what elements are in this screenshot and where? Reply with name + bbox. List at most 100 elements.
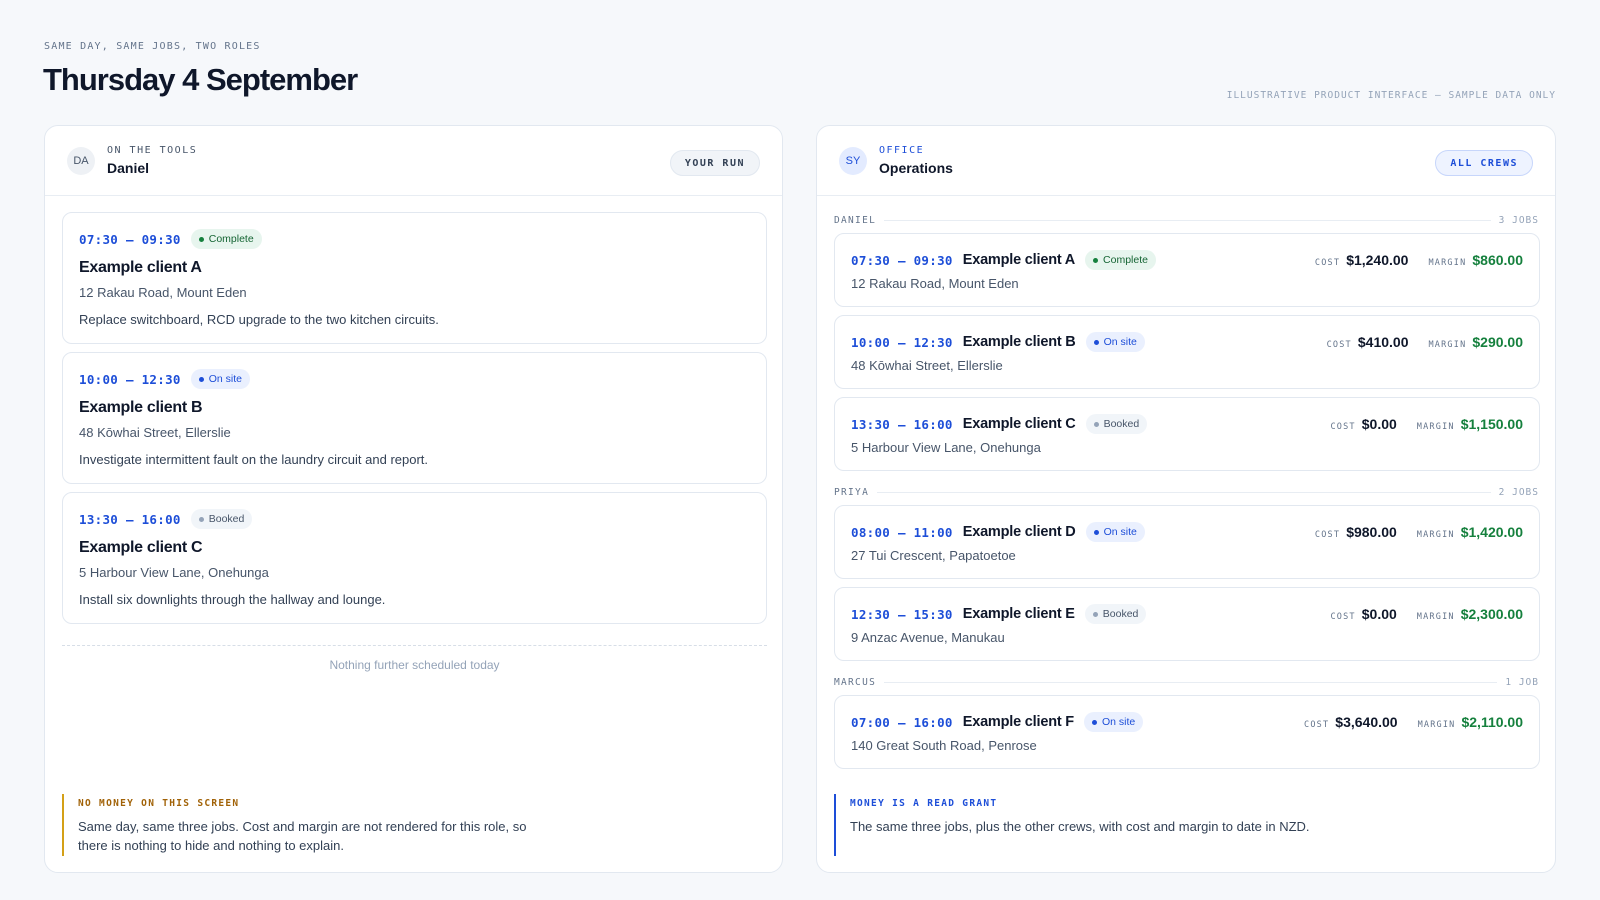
ops-job-card[interactable]: 12:30 – 15:30 Example client E Booked 9 … — [834, 587, 1540, 661]
end-of-day-text: Nothing further scheduled today — [329, 658, 500, 672]
cost-label: COST — [1304, 720, 1330, 730]
avatar: SY — [839, 146, 867, 175]
job-client: Example client C — [79, 539, 203, 556]
job-money: COST $980.00 MARGIN $1,420.00 — [1315, 524, 1523, 540]
job-time: 10:00 – 12:30 — [851, 334, 953, 350]
status-label: On site — [1101, 716, 1136, 728]
job-time: 13:30 – 16:00 — [851, 416, 953, 432]
crew-job-count: 2 JOBS — [1498, 486, 1539, 498]
job-time-row: 13:30 – 16:00 Booked — [79, 509, 253, 529]
note-callout: MONEY IS A READ GRANT The same three job… — [834, 794, 1314, 856]
job-address: 48 Kōwhai Street, Ellerslie — [79, 425, 231, 440]
margin-label: MARGIN — [1417, 720, 1456, 730]
job-margin: $2,300.00 — [1460, 606, 1523, 622]
job-description: Install six downlights through the hallw… — [79, 592, 386, 607]
job-card[interactable]: 13:30 – 16:00 Booked Example client C 5 … — [62, 492, 767, 624]
divider — [884, 681, 1498, 683]
job-money: COST $3,640.00 MARGIN $2,110.00 — [1304, 714, 1523, 730]
job-cost: $0.00 — [1361, 416, 1397, 432]
job-address: 140 Great South Road, Penrose — [851, 738, 1037, 753]
crew-job-count: 3 JOBS — [1498, 214, 1539, 226]
job-margin: $1,420.00 — [1460, 524, 1523, 540]
cost-label: COST — [1330, 422, 1356, 432]
status-label: Booked — [1102, 608, 1139, 620]
status-label: Booked — [1103, 418, 1140, 430]
job-client: Example client A — [79, 259, 202, 276]
status-label: Booked — [208, 513, 245, 525]
crew-group-header: MARCUS 1 JOB — [834, 675, 1539, 689]
status-badge: On site — [190, 369, 250, 389]
job-title-row: 07:00 – 16:00 Example client F On site — [851, 712, 1144, 732]
user-name: Daniel — [107, 160, 150, 176]
ops-job-card[interactable]: 13:30 – 16:00 Example client C Booked 5 … — [834, 397, 1540, 471]
tools-panel: DA ON THE TOOLS Daniel YOUR RUN 07:30 – … — [44, 125, 783, 873]
status-badge: On site — [1085, 332, 1145, 352]
page-eyebrow: SAME DAY, SAME JOBS, TWO ROLES — [44, 41, 261, 52]
crew-group-header: DANIEL 3 JOBS — [834, 213, 1539, 227]
job-address: 27 Tui Crescent, Papatoetoe — [851, 548, 1016, 563]
job-cost: $0.00 — [1361, 606, 1397, 622]
ops-job-card[interactable]: 10:00 – 12:30 Example client B On site 4… — [834, 315, 1540, 389]
job-margin: $2,110.00 — [1461, 714, 1523, 730]
note-body: Same day, same three jobs. Cost and marg… — [78, 819, 527, 853]
tools-panel-header: DA ON THE TOOLS Daniel YOUR RUN — [45, 126, 782, 196]
job-time: 07:00 – 16:00 — [851, 714, 953, 730]
job-margin: $1,150.00 — [1460, 416, 1523, 432]
job-client: Example client D — [962, 524, 1076, 540]
job-address: 5 Harbour View Lane, Onehunga — [79, 565, 269, 580]
status-dot-icon — [1093, 529, 1099, 535]
margin-label: MARGIN — [1416, 612, 1455, 622]
divider — [884, 219, 1491, 221]
job-card[interactable]: 10:00 – 12:30 On site Example client B 4… — [62, 352, 767, 484]
job-title-row: 08:00 – 11:00 Example client D On site — [851, 522, 1145, 542]
cost-label: COST — [1314, 258, 1341, 268]
job-time: 10:00 – 12:30 — [79, 371, 181, 387]
job-address: 48 Kōwhai Street, Ellerslie — [851, 358, 1003, 373]
status-label: On site — [1103, 336, 1137, 348]
disclaimer: ILLUSTRATIVE PRODUCT INTERFACE — SAMPLE … — [1226, 90, 1556, 101]
status-dot-icon — [1092, 611, 1098, 617]
avatar: DA — [67, 146, 95, 175]
role-label: OFFICE — [879, 145, 925, 156]
job-title-row: 13:30 – 16:00 Example client C Booked — [851, 414, 1148, 434]
ops-job-card[interactable]: 08:00 – 11:00 Example client D On site 2… — [834, 505, 1540, 579]
status-badge: Booked — [1084, 604, 1147, 624]
user-name: Operations — [879, 160, 953, 176]
status-badge: Complete — [1085, 250, 1156, 270]
margin-label: MARGIN — [1428, 340, 1467, 350]
job-time-row: 07:30 – 09:30 Complete — [79, 229, 262, 249]
job-client: Example client B — [79, 399, 203, 416]
status-dot-icon — [1093, 421, 1099, 427]
cost-label: COST — [1326, 340, 1352, 350]
job-money: COST $0.00 MARGIN $1,150.00 — [1330, 416, 1523, 432]
status-badge: Complete — [190, 229, 262, 249]
status-dot-icon — [1093, 257, 1099, 263]
your-run-button[interactable]: YOUR RUN — [669, 150, 760, 176]
divider — [877, 491, 1491, 493]
note-title: NO MONEY ON THIS SCREEN — [78, 798, 240, 809]
note-body: The same three jobs, plus the other crew… — [850, 819, 1310, 834]
job-address: 12 Rakau Road, Mount Eden — [79, 285, 247, 300]
job-client: Example client C — [962, 416, 1076, 432]
status-badge: Booked — [1085, 414, 1148, 434]
job-cost: $980.00 — [1346, 524, 1397, 540]
margin-label: MARGIN — [1416, 530, 1455, 540]
ops-job-card[interactable]: 07:30 – 09:30 Example client A Complete … — [834, 233, 1540, 307]
ops-job-card[interactable]: 07:00 – 16:00 Example client F On site 1… — [834, 695, 1540, 769]
status-label: Complete — [208, 233, 254, 245]
status-label: On site — [208, 373, 242, 385]
page-title: Thursday 4 September — [43, 62, 358, 97]
job-address: 5 Harbour View Lane, Onehunga — [851, 440, 1041, 455]
job-time: 07:30 – 09:30 — [79, 231, 181, 247]
job-card[interactable]: 07:30 – 09:30 Complete Example client A … — [62, 212, 767, 344]
job-client: Example client F — [962, 714, 1074, 730]
status-dot-icon — [198, 236, 204, 242]
all-crews-button[interactable]: ALL CREWS — [1435, 150, 1533, 176]
job-money: COST $1,240.00 MARGIN $860.00 — [1315, 252, 1523, 268]
job-margin: $290.00 — [1472, 334, 1523, 350]
job-client: Example client A — [962, 252, 1076, 268]
job-description: Replace switchboard, RCD upgrade to the … — [79, 312, 439, 327]
status-label: Complete — [1103, 254, 1148, 266]
margin-label: MARGIN — [1428, 258, 1467, 268]
job-description: Investigate intermittent fault on the la… — [79, 452, 429, 467]
